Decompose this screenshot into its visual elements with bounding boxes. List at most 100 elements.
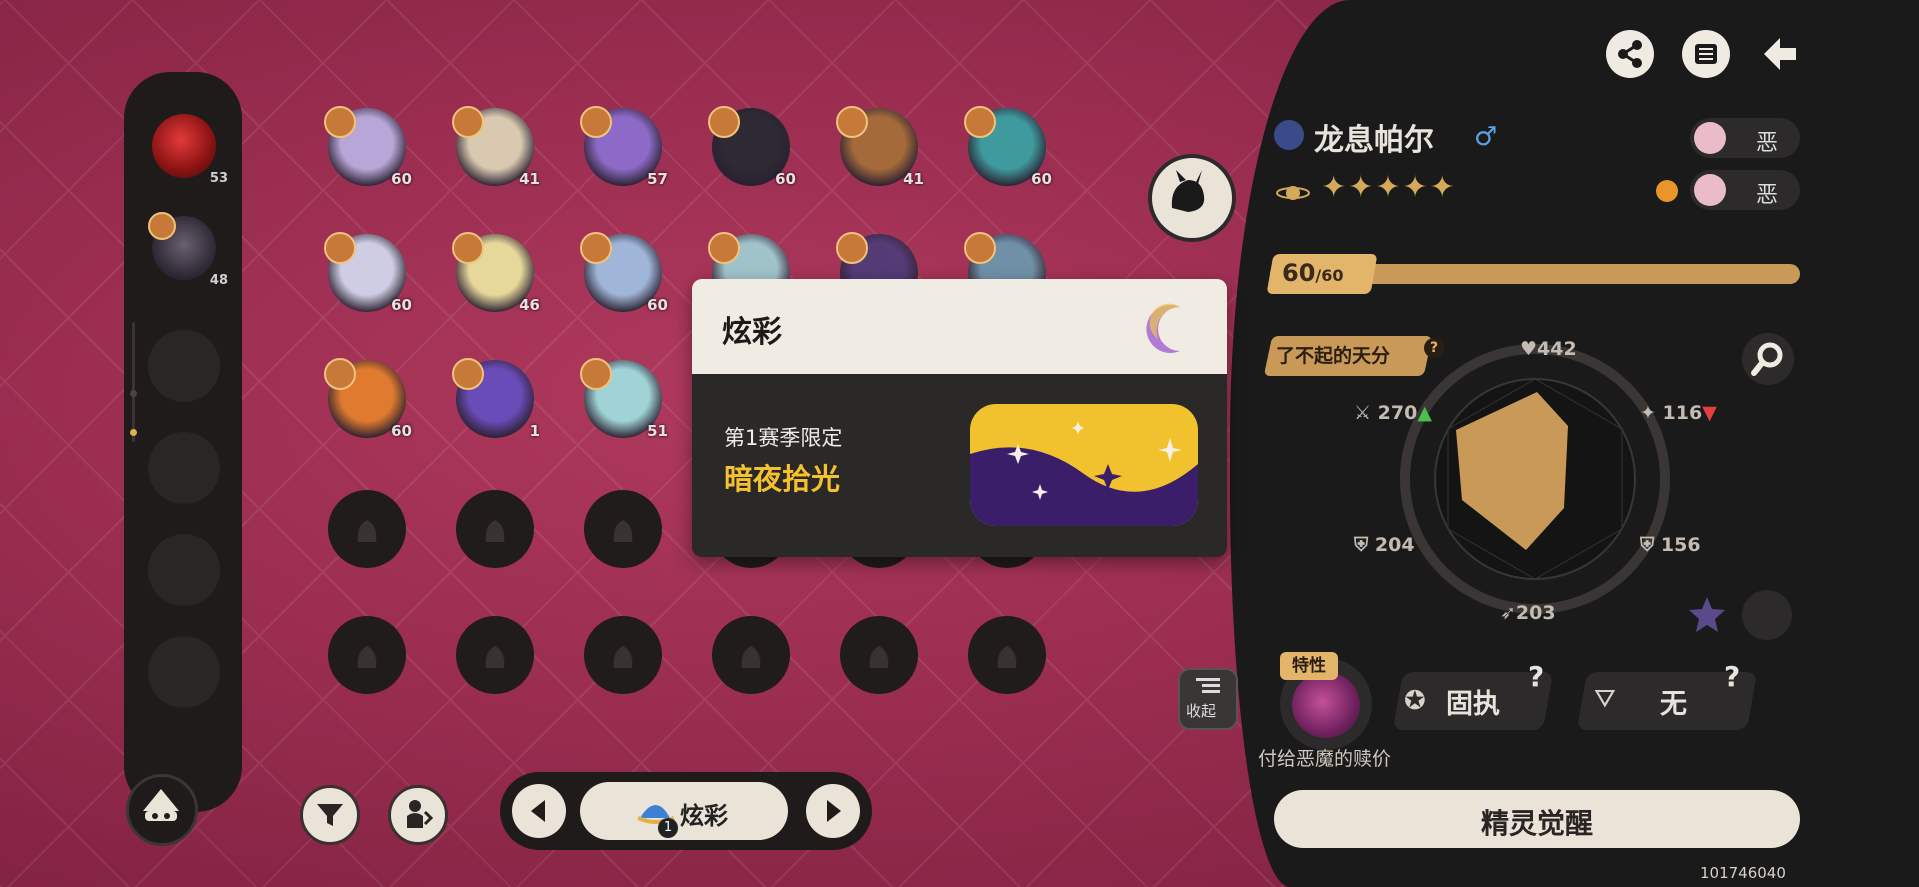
back-button[interactable]: [1754, 30, 1802, 78]
collapse-label: 收起: [1186, 702, 1217, 720]
dark-type-icon: [1694, 122, 1726, 154]
pet-cell[interactable]: 1: [452, 358, 540, 440]
party-slot-empty[interactable]: [148, 534, 220, 606]
awaken-button[interactable]: 精灵觉醒: [1274, 790, 1800, 848]
empty-pet-cell[interactable]: [456, 616, 534, 694]
filter-button[interactable]: [300, 785, 360, 845]
empty-pet-cell[interactable]: [456, 490, 534, 568]
star-icon: ✦: [1402, 170, 1428, 205]
star-icon: ✦: [1348, 170, 1374, 205]
fruit-badge-icon: [148, 212, 176, 240]
variant-switcher: 1 炫彩: [500, 772, 872, 850]
empty-pet-cell[interactable]: [968, 616, 1046, 694]
star-icon: ✦: [1321, 170, 1347, 205]
next-variant-button[interactable]: [806, 784, 860, 838]
party-bar: 53 48: [124, 72, 242, 812]
fruit-icon: [1656, 180, 1678, 202]
empty-pet-cell[interactable]: [584, 490, 662, 568]
empty-pet-cell[interactable]: [328, 490, 406, 568]
stat-speed: ➶203: [1500, 602, 1556, 624]
pet-level: 60: [1031, 170, 1052, 188]
nature-help-icon[interactable]: ?: [1528, 660, 1544, 693]
pet-level: 60: [391, 296, 412, 314]
prev-variant-button[interactable]: [512, 784, 566, 838]
gender-icon: ♂: [1474, 122, 1498, 152]
fruit-badge-icon: [452, 232, 484, 264]
list-button[interactable]: [1682, 30, 1730, 78]
party-slot-empty[interactable]: [148, 636, 220, 708]
empty-pet-cell[interactable]: [328, 616, 406, 694]
pet-level: 51: [647, 422, 668, 440]
user-id: 101746040: [1700, 864, 1786, 882]
pet-cell[interactable]: 60: [580, 232, 668, 314]
pet-cell[interactable]: 51: [580, 358, 668, 440]
fruit-badge-icon: [580, 232, 612, 264]
shiny-moon-button[interactable]: [1742, 590, 1792, 640]
fruit-badge-icon: [324, 232, 356, 264]
party-slot[interactable]: 53: [148, 110, 228, 186]
empty-pet-cell[interactable]: [584, 616, 662, 694]
fruit-badge-icon: [836, 106, 868, 138]
empty-pet-cell[interactable]: [840, 616, 918, 694]
party-slot[interactable]: 48: [148, 212, 228, 288]
variant-count: 1: [658, 818, 678, 838]
pet-cell[interactable]: 46: [452, 232, 540, 314]
pet-name: 龙息帕尔: [1314, 123, 1434, 158]
party-slot-empty[interactable]: [148, 330, 220, 402]
fruit-badge-icon: [324, 106, 356, 138]
star-badge-icon: [1686, 594, 1728, 636]
shiny-emblem: [970, 404, 1198, 526]
party-slot-empty[interactable]: [148, 432, 220, 504]
empty-pet-cell[interactable]: [712, 616, 790, 694]
ability-slot-help-icon[interactable]: ?: [1724, 660, 1740, 693]
star-rating: ✦✦✦✦✦: [1276, 170, 1457, 205]
pet-cell[interactable]: 60: [324, 106, 412, 188]
pet-cell[interactable]: 60: [324, 358, 412, 440]
pet-level: 60: [775, 170, 796, 188]
fruit-badge-icon: [708, 232, 740, 264]
back-arrow-icon: [1764, 38, 1796, 70]
fruit-badge-icon: [580, 358, 612, 390]
type-badge[interactable]: 恶: [1690, 118, 1800, 158]
empty-silhouette-icon: [480, 638, 510, 672]
pet-level: 60: [391, 170, 412, 188]
type-label: 恶: [1756, 183, 1779, 208]
pet-level: 1: [529, 422, 540, 440]
variant-label: 炫彩: [680, 802, 728, 830]
triangle-right-icon: [827, 800, 841, 822]
pet-cell[interactable]: 60: [324, 232, 412, 314]
star-icon: ✦: [1375, 170, 1401, 205]
pet-level: 60: [391, 422, 412, 440]
stat-hp: ♥442: [1520, 338, 1577, 360]
share-button[interactable]: [1606, 30, 1654, 78]
triangle-left-icon: [531, 800, 545, 822]
pet-cell[interactable]: 60: [708, 106, 796, 188]
variant-selector[interactable]: 1 炫彩: [580, 782, 788, 840]
fruit-badge-icon: [580, 106, 612, 138]
list-icon: [1695, 44, 1717, 64]
pet-level: 41: [519, 170, 540, 188]
type-badge[interactable]: 恶: [1690, 170, 1800, 210]
pet-cell[interactable]: 57: [580, 106, 668, 188]
inspect-button[interactable]: [1742, 333, 1794, 385]
moon-icon: [1146, 303, 1180, 353]
popup-title: 炫彩: [722, 315, 782, 350]
empty-silhouette-icon: [480, 512, 510, 546]
level-current: 60: [1282, 259, 1316, 287]
pet-portrait: [152, 114, 216, 178]
storage-button[interactable]: [388, 785, 448, 845]
shiny-popup: 炫彩 第1赛季限定 暗夜拾光: [692, 279, 1227, 557]
pet-cell[interactable]: 60: [964, 106, 1052, 188]
season-label: 第1赛季限定: [724, 426, 843, 450]
trainer-hat-button[interactable]: [126, 774, 198, 846]
pet-cell[interactable]: 41: [452, 106, 540, 188]
pet-sprite-toggle[interactable]: [1148, 154, 1236, 242]
star-icon: ✦: [1429, 170, 1455, 205]
collapse-icon: [1196, 678, 1220, 693]
fruit-badge-icon: [964, 106, 996, 138]
night-moon-emblem-icon: [970, 404, 1198, 526]
pet-cell[interactable]: 41: [836, 106, 924, 188]
collapse-button[interactable]: 收起: [1178, 668, 1238, 730]
empty-silhouette-icon: [352, 512, 382, 546]
stats-radar-chart: [1400, 344, 1670, 614]
